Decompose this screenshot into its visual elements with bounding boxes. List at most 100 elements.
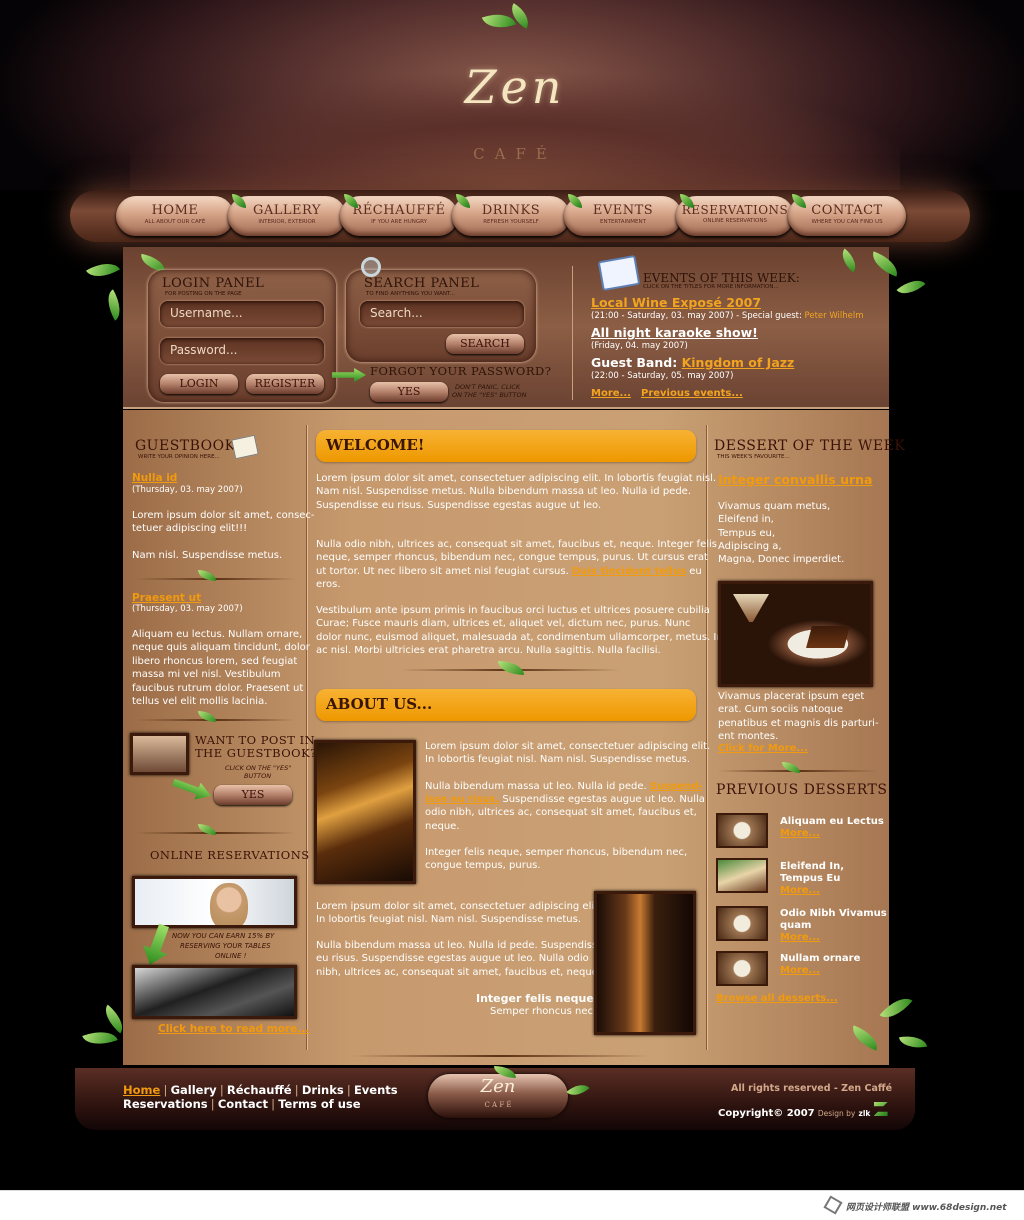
nav-sublabel: Refresh yourself <box>483 219 539 225</box>
footer-link-contact[interactable]: Contact <box>218 1097 268 1111</box>
event-date-text: (21:00 - Saturday, 03. may 2007) - Speci… <box>591 311 805 321</box>
footer-link-drinks[interactable]: Drinks <box>302 1083 344 1097</box>
footer-logo[interactable]: Zen C A F É <box>428 1074 568 1118</box>
footer-logo-script: Zen <box>480 1076 516 1097</box>
footer-link-terms[interactable]: Terms of use <box>278 1097 360 1111</box>
dessert-text: Tempus eu, <box>718 528 776 539</box>
about-text-line: isse eu risus. Suspendisse egestas augue… <box>425 793 705 806</box>
welcome-text-line: ut tortor. Ut nec libero sit amet nisl f… <box>316 565 702 578</box>
dessert-text: Magna, Donec imperdiet. <box>718 554 845 565</box>
footer-copyright-row: Copyright© 2007 Design by zlk <box>718 1102 888 1119</box>
divider <box>350 1055 650 1057</box>
welcome-text: Nulla odio nibh, ultrices ac, consequat … <box>316 539 717 550</box>
event-link[interactable]: All night karaoke show! <box>591 325 758 340</box>
nav-rechauffe[interactable]: RÉCHAUFFÉ If you are hungry <box>340 196 458 236</box>
events-more-link[interactable]: More... <box>591 388 631 399</box>
about-text: Integer felis neque, semper rhoncus, bib… <box>425 847 688 858</box>
guestbook-photo <box>130 733 189 775</box>
password-input[interactable]: Password... <box>160 338 324 364</box>
dessert-thumbnail[interactable] <box>716 813 768 848</box>
dessert-thumbnail[interactable] <box>716 906 768 941</box>
cafe-exterior-photo <box>314 740 416 884</box>
event-title: Guest Band: Kingdom of Jazz <box>591 355 794 370</box>
previous-dessert-title: Nullam ornare <box>780 953 861 964</box>
event-link[interactable]: Local Wine Exposé 2007 <box>591 295 761 310</box>
footer-logo-sub: C A F É <box>484 1101 512 1109</box>
about-text: In lobortis feugiat nisl. Nam nisl. Susp… <box>316 914 581 925</box>
welcome-text: ac nisl. Morbi ultricies erat pharetra a… <box>316 645 661 656</box>
footer-link-gallery[interactable]: Gallery <box>171 1083 217 1097</box>
previous-events-link[interactable]: Previous events... <box>641 388 743 399</box>
dessert-of-week-title: DESSERT OF THE WEEK <box>714 438 906 454</box>
footer-designer[interactable]: zlk <box>858 1109 870 1118</box>
search-panel-title: SEARCH PANEL <box>364 276 480 291</box>
inline-link[interactable]: isse eu risus. <box>425 794 499 805</box>
nav-sublabel: Online reservations <box>703 218 767 224</box>
dessert-thumbnail[interactable] <box>716 951 768 986</box>
inline-link[interactable]: Suspend- <box>650 781 703 792</box>
nav-contact[interactable]: CONTACT Where you can find us <box>788 196 906 236</box>
guestbook-entry-link[interactable]: Praesent ut <box>132 592 201 604</box>
welcome-text: Lorem ipsum dolor sit amet, consectetuer… <box>316 473 717 484</box>
previous-dessert-more-link[interactable]: More... <box>780 932 820 943</box>
about-text: Nulla bibendum massa ut leo. Nulla id pe… <box>425 781 650 792</box>
welcome-text: neque, semper rhoncus, bibendum nec, con… <box>316 552 708 563</box>
dessert-photo <box>718 581 873 687</box>
footer-separator: | <box>346 1083 351 1097</box>
about-text: neque. <box>425 821 460 832</box>
about-quote: Integer felis neque, <box>476 992 599 1005</box>
reservations-read-more-link[interactable]: Click here to read more... <box>158 1023 309 1035</box>
nav-reservations[interactable]: RESERVATIONS Online reservations <box>676 196 794 236</box>
about-text: Lorem ipsum dolor sit amet, consectetuer… <box>316 901 602 912</box>
previous-dessert-more-link[interactable]: More... <box>780 885 820 896</box>
dessert-thumbnail[interactable] <box>716 858 768 893</box>
watermark-bar: 网页设计师联盟 www.68design.net <box>0 1190 1024 1220</box>
browse-desserts-link[interactable]: Browse all desserts... <box>716 993 838 1004</box>
login-panel-subtitle: For posting on the page <box>165 291 242 297</box>
footer-design-by: Design by <box>817 1109 856 1118</box>
footer-link-home[interactable]: Home <box>123 1083 160 1097</box>
guestbook-entry-link[interactable]: Nulla id <box>132 472 177 484</box>
person-icon <box>210 883 248 925</box>
footer-link-reservations[interactable]: Reservations <box>123 1097 208 1111</box>
previous-desserts-title: PREVIOUS DESSERTS <box>716 782 888 798</box>
footer-link-events[interactable]: Events <box>354 1083 398 1097</box>
username-input[interactable]: Username... <box>160 301 324 327</box>
search-input[interactable]: Search... <box>360 301 524 327</box>
guest-link[interactable]: Peter Wilhelm <box>805 311 864 321</box>
welcome-title: WELCOME! <box>326 436 425 454</box>
nav-gallery[interactable]: GALLERY Interior, Exterior <box>228 196 346 236</box>
footer-copyright: Copyright© 2007 <box>718 1108 815 1119</box>
welcome-header: WELCOME! <box>316 430 696 462</box>
dessert-title-link[interactable]: Integer convallis urna <box>718 472 872 487</box>
about-text: odio nibh, ultrices ac, consequat sit am… <box>425 807 697 818</box>
designer-logo-icon <box>873 1102 888 1116</box>
watermark-text: 网页设计师联盟 www.68design.net <box>846 1203 1007 1213</box>
register-button[interactable]: REGISTER <box>246 374 324 394</box>
login-panel-title: LOGIN PANEL <box>162 276 265 291</box>
login-button[interactable]: LOGIN <box>160 374 238 394</box>
site-logo[interactable]: Zen <box>420 60 610 114</box>
events-title: EVENTS OF THIS WEEK: <box>643 271 800 285</box>
welcome-text: Suspendisse eu risus. Suspendisse egesta… <box>316 500 602 511</box>
footer-separator: | <box>210 1097 215 1111</box>
footer-link-rechauffe[interactable]: Réchauffé <box>227 1083 292 1097</box>
vine-leaf-icon <box>898 1032 928 1052</box>
event-date: (Friday, 04. may 2007) <box>591 341 688 351</box>
dessert-more-link[interactable]: Click for More... <box>718 743 808 754</box>
about-text: Nulla bibendum massa ut leo. Nulla id pe… <box>316 940 604 951</box>
about-text: eu risus. Suspendisse egestas augue ut l… <box>316 953 589 964</box>
guestbook-entry-text: libero rhoncus lorem, sed feugiat <box>132 656 298 667</box>
previous-dessert-more-link[interactable]: More... <box>780 828 820 839</box>
nav-drinks[interactable]: DRINKS Refresh yourself <box>452 196 570 236</box>
welcome-text: eros. <box>316 579 341 590</box>
about-header: ABOUT US... <box>316 689 696 721</box>
event-link[interactable]: Kingdom of Jazz <box>682 355 795 370</box>
search-button[interactable]: SEARCH <box>446 334 524 354</box>
guestbook-yes-button[interactable]: YES <box>214 785 292 805</box>
forgot-yes-button[interactable]: YES <box>370 382 448 402</box>
nav-events[interactable]: EVENTS Entertainment <box>564 196 682 236</box>
inline-link[interactable]: Duis tincidunt tellus <box>572 566 686 577</box>
nav-home[interactable]: HOME All about our Café <box>116 196 234 236</box>
previous-dessert-more-link[interactable]: More... <box>780 965 820 976</box>
